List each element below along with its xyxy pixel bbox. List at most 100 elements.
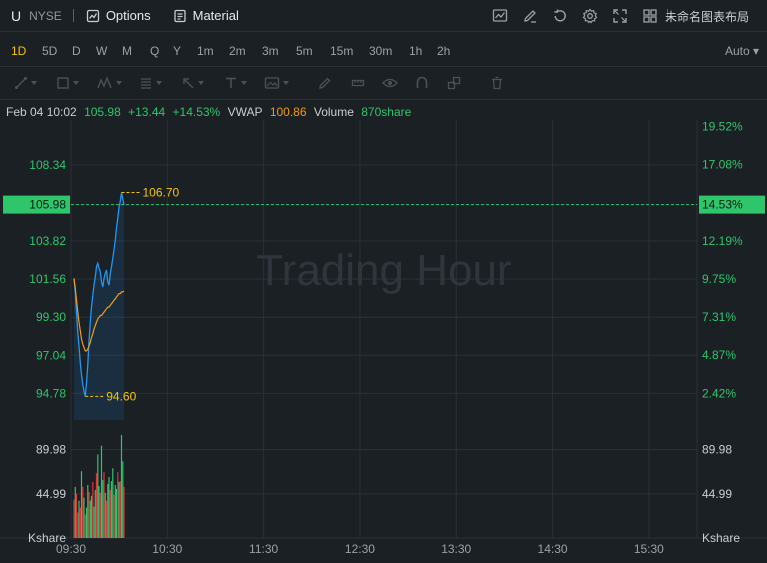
grid-layout-icon[interactable]: [640, 6, 660, 26]
volume-bar: [113, 494, 115, 538]
period-2h[interactable]: 2h: [437, 44, 450, 58]
volume-bar: [97, 454, 99, 538]
volume-bar: [118, 482, 120, 538]
link-icon[interactable]: [447, 75, 461, 91]
volume-bar: [99, 492, 101, 538]
volume-tick-label: 44.99: [36, 487, 66, 501]
volume-bar: [107, 484, 109, 538]
x-tick-label: 10:30: [152, 542, 182, 556]
trash-icon[interactable]: [490, 75, 504, 91]
volume-bar: [109, 489, 111, 538]
volume-bar: [95, 473, 98, 538]
fullscreen-icon[interactable]: [610, 6, 630, 26]
volume-tick-label-right: 89.98: [702, 443, 732, 457]
material-button[interactable]: Material: [173, 8, 239, 23]
period-3m[interactable]: 3m: [262, 44, 279, 58]
period-y[interactable]: Y: [173, 44, 181, 58]
info-vwap: 100.86: [269, 105, 307, 119]
period-2m[interactable]: 2m: [229, 44, 246, 58]
pattern-icon[interactable]: [97, 75, 122, 91]
period-selector: 1D 5D D W M Q Y 1m 2m 3m 5m 15m 30m 1h 2h Auto ▾: [0, 32, 767, 67]
info-date: Feb 04 10:02: [6, 105, 77, 119]
volume-bar: [112, 468, 114, 538]
period-30m[interactable]: 30m: [369, 44, 392, 58]
material-icon: [173, 9, 186, 22]
layout-name-button[interactable]: 未命名图表布局: [665, 8, 749, 25]
volume-bar: [79, 507, 81, 538]
intraday-chart[interactable]: 09:30 10:30 11:30 12:30 13:30 14:30 15:30108.3…: [0, 120, 767, 563]
volume-tick-label-right: 44.99: [702, 487, 732, 501]
volume-bar: [105, 500, 108, 538]
info-vwap-label: VWAP: [227, 105, 263, 119]
volume-bar: [73, 499, 75, 538]
current-pct-label: 14.53%: [702, 198, 743, 212]
info-change-pct: +14.53%: [172, 105, 221, 119]
price-tick-label: 97.04: [36, 348, 66, 362]
volume-bar: [75, 493, 78, 538]
volume-bar: [83, 497, 85, 538]
volume-unit-label-right: Kshare: [702, 531, 740, 545]
period-15m[interactable]: 15m: [330, 44, 353, 58]
rectangle-icon[interactable]: [56, 75, 79, 91]
pct-tick-label: 19.52%: [702, 120, 743, 134]
header-icon-group: [490, 6, 660, 26]
volume-bar: [94, 489, 96, 538]
settings-icon[interactable]: [580, 6, 600, 26]
arrow-icon[interactable]: [181, 75, 204, 91]
trend-line-icon[interactable]: [14, 75, 37, 91]
price-info-line: Feb 04 10:02 105.98 +13.44 +14.53% VWAP …: [6, 105, 415, 119]
price-tick-label: 108.34: [29, 158, 66, 172]
period-d[interactable]: D: [72, 44, 81, 58]
volume-bar: [122, 461, 124, 538]
volume-bar: [90, 495, 93, 538]
price-tick-label: 99.30: [36, 310, 66, 324]
period-1d[interactable]: 1D: [11, 44, 26, 58]
ticker-symbol[interactable]: U: [11, 8, 21, 24]
auto-scale-button[interactable]: Auto ▾: [725, 44, 759, 58]
volume-bar: [85, 507, 88, 538]
period-m[interactable]: M: [122, 44, 132, 58]
material-label: Material: [192, 8, 239, 23]
magnet-icon[interactable]: [415, 75, 429, 91]
volume-bar: [117, 472, 119, 538]
volume-bar: [104, 492, 106, 538]
info-change: +13.44: [128, 105, 166, 119]
volume-bar: [80, 471, 83, 538]
volume-bar: [103, 472, 105, 538]
period-w[interactable]: W: [96, 44, 107, 58]
volume-bar: [78, 500, 80, 538]
volume-bar: [82, 486, 84, 538]
period-q[interactable]: Q: [150, 44, 159, 58]
pen-icon[interactable]: [318, 75, 332, 91]
period-5m[interactable]: 5m: [296, 44, 313, 58]
period-5d[interactable]: 5D: [42, 44, 57, 58]
fib-icon[interactable]: [139, 75, 162, 91]
volume-bar: [87, 485, 89, 538]
options-icon: [86, 9, 99, 22]
top-toolbar: U NYSE Options Material 未命名图表布局: [0, 0, 767, 32]
price-tick-label: 103.82: [29, 234, 66, 248]
volume-bar: [120, 434, 123, 538]
drawing-toolbar: [0, 67, 767, 100]
pct-tick-label: 9.75%: [702, 272, 736, 286]
options-button[interactable]: Options: [86, 8, 151, 23]
volume-bar: [100, 445, 103, 538]
volume-bar: [92, 482, 94, 538]
volume-bar: [89, 500, 91, 538]
draw-icon[interactable]: [520, 6, 540, 26]
info-volume-label: Volume: [313, 105, 354, 119]
chart-style-icon[interactable]: [490, 6, 510, 26]
pct-tick-label: 7.31%: [702, 310, 736, 324]
header-divider: [72, 9, 74, 22]
info-volume: 870share: [361, 105, 412, 119]
ruler-icon[interactable]: [351, 75, 365, 91]
period-1m[interactable]: 1m: [197, 44, 214, 58]
text-icon[interactable]: [224, 75, 247, 91]
image-icon[interactable]: [264, 75, 289, 91]
options-label: Options: [105, 8, 151, 23]
eye-icon[interactable]: [382, 75, 398, 91]
volume-bar: [98, 486, 100, 538]
period-1h[interactable]: 1h: [409, 44, 422, 58]
x-tick-label: 11:30: [249, 542, 278, 556]
replay-icon[interactable]: [550, 6, 570, 26]
